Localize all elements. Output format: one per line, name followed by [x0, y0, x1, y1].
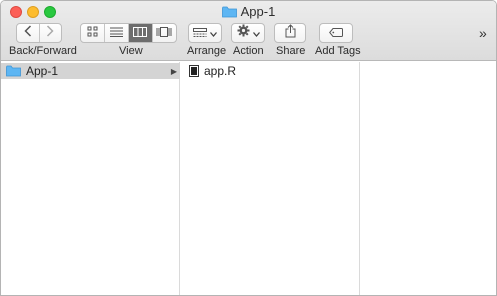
add-tags-button[interactable] [319, 23, 353, 43]
gallery-view-button[interactable] [153, 24, 176, 42]
column-view-button[interactable] [129, 24, 153, 42]
view-mode-control [80, 23, 177, 43]
toolbar-overflow-button[interactable]: » [479, 25, 487, 41]
chevron-down-icon [210, 24, 217, 42]
toolbar: App-1 Back/Forward View Arrange Action S… [1, 1, 496, 61]
share-button[interactable] [274, 23, 306, 43]
grid-icon [87, 24, 98, 42]
column-browser: App-1 ▶ app.R [1, 62, 496, 295]
chevron-down-icon [252, 24, 260, 42]
gear-icon [237, 24, 250, 42]
action-button[interactable] [231, 23, 265, 43]
back-forward-label: Back/Forward [9, 45, 77, 57]
item-name: app.R [204, 64, 237, 78]
chevron-left-icon [24, 24, 32, 42]
finder-window: App-1 Back/Forward View Arrange Action S… [0, 0, 497, 296]
disclosure-arrow-icon: ▶ [170, 66, 177, 76]
column-3 [361, 62, 496, 295]
chevron-right-icon [46, 24, 54, 42]
arrange-label: Arrange [187, 45, 227, 57]
action-label: Action [233, 45, 264, 57]
forward-button[interactable] [40, 24, 62, 42]
back-button[interactable] [17, 24, 40, 42]
column-2: app.R [181, 62, 360, 295]
columns-icon [133, 24, 148, 42]
list-item-app-1[interactable]: App-1 ▶ [1, 63, 180, 79]
icon-view-button[interactable] [81, 24, 106, 42]
gallery-icon [156, 24, 172, 42]
arrange-button[interactable] [188, 23, 222, 43]
column-1: App-1 ▶ [1, 62, 180, 295]
window-title-text: App-1 [240, 4, 276, 19]
item-name: App-1 [26, 64, 59, 78]
arrange-grid-icon [193, 24, 207, 42]
back-forward-control [16, 23, 62, 43]
list-view-button[interactable] [105, 24, 129, 42]
tag-icon [329, 24, 343, 42]
share-icon [285, 23, 296, 43]
view-label: View [119, 45, 143, 57]
add-tags-label: Add Tags [315, 45, 361, 57]
folder-icon [221, 6, 237, 21]
window-title: App-1 [1, 4, 496, 21]
list-icon [110, 24, 124, 42]
r-file-icon [189, 65, 199, 77]
share-label: Share [276, 45, 306, 57]
folder-icon [6, 65, 21, 77]
list-item-app-r[interactable]: app.R [181, 63, 236, 79]
